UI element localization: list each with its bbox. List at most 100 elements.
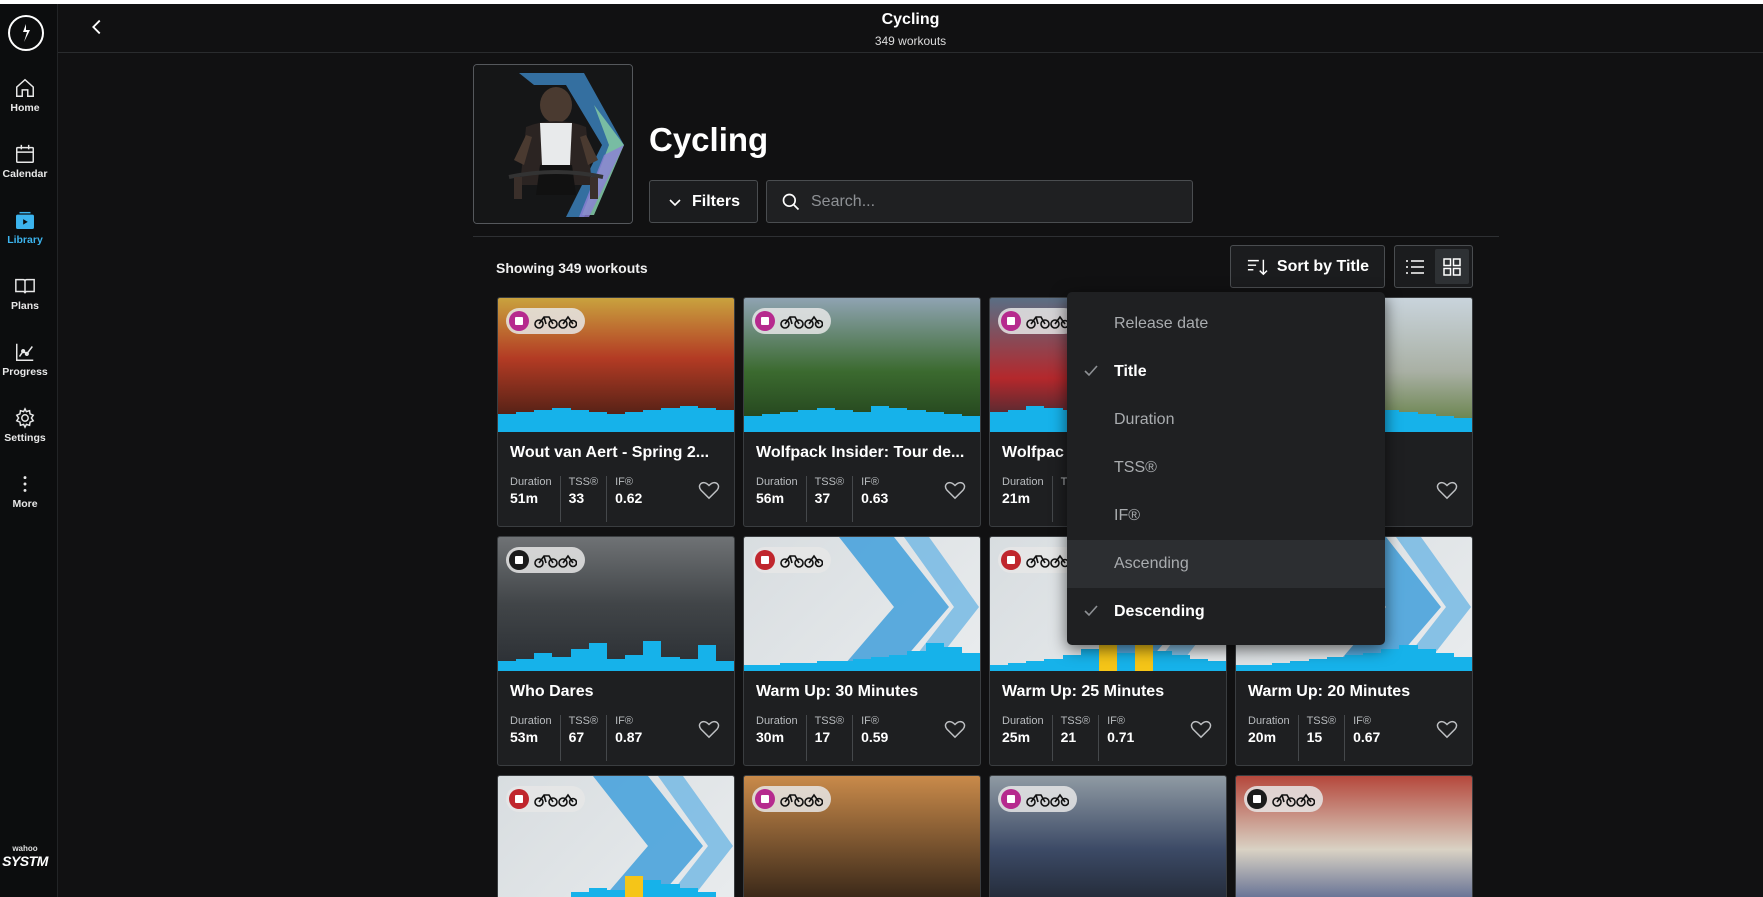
page-title: Cycling [649, 121, 769, 158]
stat-duration: Duration 51m [510, 476, 561, 522]
stat-tss: TSS® 37 [815, 476, 854, 522]
stat-tss: TSS® 33 [569, 476, 608, 522]
stat-label: TSS® [1306, 715, 1337, 727]
sidebar-item-label: More [12, 498, 38, 510]
category-icon [1001, 550, 1021, 570]
stat-label: TSS® [814, 715, 845, 727]
list-view-button[interactable] [1398, 249, 1432, 284]
workout-thumbnail [744, 776, 980, 897]
stat-value: 53m [510, 729, 539, 745]
category-icon [509, 789, 529, 809]
favorite-heart-icon[interactable] [1436, 719, 1458, 739]
bike-icon [534, 315, 577, 329]
workout-type-badge [1244, 786, 1323, 812]
stat-tss: TSS® 21 [1061, 715, 1100, 761]
stat-label: IF® [861, 476, 879, 488]
brand-logo: wahoo SYSTM [2, 844, 48, 869]
sort-option-if[interactable]: IF® [1067, 492, 1385, 540]
favorite-heart-icon[interactable] [1436, 480, 1458, 500]
favorite-heart-icon[interactable] [944, 719, 966, 739]
sort-label: Sort by Title [1276, 257, 1370, 275]
stat-value: 0.71 [1107, 729, 1135, 745]
sort-button[interactable]: Sort by Title [1230, 245, 1385, 288]
filters-button[interactable]: Filters [649, 180, 758, 223]
favorite-heart-icon[interactable] [698, 480, 720, 500]
workout-count: Showing 349 workouts [496, 260, 648, 276]
grid-icon [1443, 257, 1461, 276]
workout-title: Warm Up: 20 Minutes [1248, 683, 1411, 700]
search-field[interactable] [766, 180, 1193, 223]
sidebar-item-home[interactable]: Home [0, 77, 50, 114]
sidebar-item-label: Progress [2, 366, 48, 378]
stat-duration: Duration 53m [510, 715, 561, 761]
sort-option-release-date[interactable]: Release date [1067, 300, 1385, 348]
stat-value: 33 [568, 490, 585, 506]
workout-stats: Duration 20m TSS® 15 IF® 0.67 [1236, 709, 1472, 761]
stat-value: 67 [568, 729, 585, 745]
stat-value: 25m [1002, 729, 1031, 745]
stat-label: TSS® [814, 476, 845, 488]
stat-duration: Duration 21m [1002, 476, 1053, 522]
workout-card[interactable]: Who Dares Duration 53m TSS® 67 IF® 0.87 [497, 536, 735, 766]
category-icon [755, 789, 775, 809]
sort-order-descending[interactable]: Descending [1067, 588, 1385, 636]
workout-card[interactable]: Wout van Aert - Spring 2... Duration 51m TS… [497, 297, 735, 527]
stat-value: 17 [814, 729, 831, 745]
grid-view-button[interactable] [1435, 249, 1469, 284]
bike-icon [780, 554, 823, 568]
bike-icon [534, 793, 577, 807]
workout-thumbnail [744, 298, 980, 432]
category-icon [509, 550, 529, 570]
workout-card[interactable]: Warm Up: 30 Minutes Duration 30m TSS® 17 IF® 0… [743, 536, 981, 766]
stat-value: 0.62 [615, 490, 643, 506]
app-logo-icon[interactable] [8, 15, 44, 51]
workout-type-badge [752, 308, 831, 334]
stat-value: 56m [756, 490, 785, 506]
workout-thumbnail [990, 776, 1226, 897]
workout-title: Warm Up: 25 Minutes [1002, 683, 1165, 700]
sidebar-item-calendar[interactable]: Calendar [0, 143, 50, 180]
workout-thumbnail [1236, 776, 1472, 897]
workout-card[interactable]: Wolfpack Insider: Tour de... Duration 56m T… [743, 297, 981, 527]
more-icon [23, 476, 27, 492]
sort-option-tss[interactable]: TSS® [1067, 444, 1385, 492]
stat-label: Duration [510, 715, 552, 727]
stat-value: 0.67 [1353, 729, 1381, 745]
stat-label: TSS® [568, 476, 599, 488]
stat-duration: Duration 30m [756, 715, 807, 761]
stat-tss: TSS® 15 [1307, 715, 1346, 761]
check-icon [1084, 365, 1098, 377]
sidebar-item-more[interactable]: More [0, 473, 50, 510]
bike-icon [780, 793, 823, 807]
sidebar-item-progress[interactable]: Progress [0, 341, 50, 378]
check-icon [1084, 605, 1098, 617]
workout-card[interactable] [743, 775, 981, 897]
divider [473, 236, 1499, 237]
workout-type-badge [998, 308, 1077, 334]
sort-option-title[interactable]: Title [1067, 348, 1385, 396]
top-bar: Cycling 349 workouts [58, 4, 1763, 53]
sort-dropdown: Release date Title Duration TSS® IF® Asc… [1067, 292, 1385, 645]
bike-icon [1026, 793, 1069, 807]
favorite-heart-icon[interactable] [1190, 719, 1212, 739]
stat-label: Duration [1002, 715, 1044, 727]
sidebar-item-settings[interactable]: Settings [0, 407, 50, 444]
sort-option-duration[interactable]: Duration [1067, 396, 1385, 444]
sidebar-item-library[interactable]: Library [0, 209, 50, 246]
stat-label: IF® [615, 476, 633, 488]
workout-type-badge [752, 547, 831, 573]
sort-order-ascending[interactable]: Ascending [1067, 540, 1385, 588]
home-icon [16, 78, 34, 97]
search-input[interactable] [811, 192, 1171, 211]
sidebar: Home Calendar Library Plans Progress Set… [0, 4, 58, 897]
bike-icon [780, 315, 823, 329]
stat-label: Duration [1002, 476, 1044, 488]
workout-card[interactable] [1235, 775, 1473, 897]
sidebar-item-plans[interactable]: Plans [0, 275, 50, 312]
workout-stats: Duration 56m TSS® 37 IF® 0.63 [744, 470, 980, 522]
workout-card[interactable] [989, 775, 1227, 897]
category-icon [1247, 789, 1267, 809]
favorite-heart-icon[interactable] [698, 719, 720, 739]
workout-card[interactable] [497, 775, 735, 897]
favorite-heart-icon[interactable] [944, 480, 966, 500]
